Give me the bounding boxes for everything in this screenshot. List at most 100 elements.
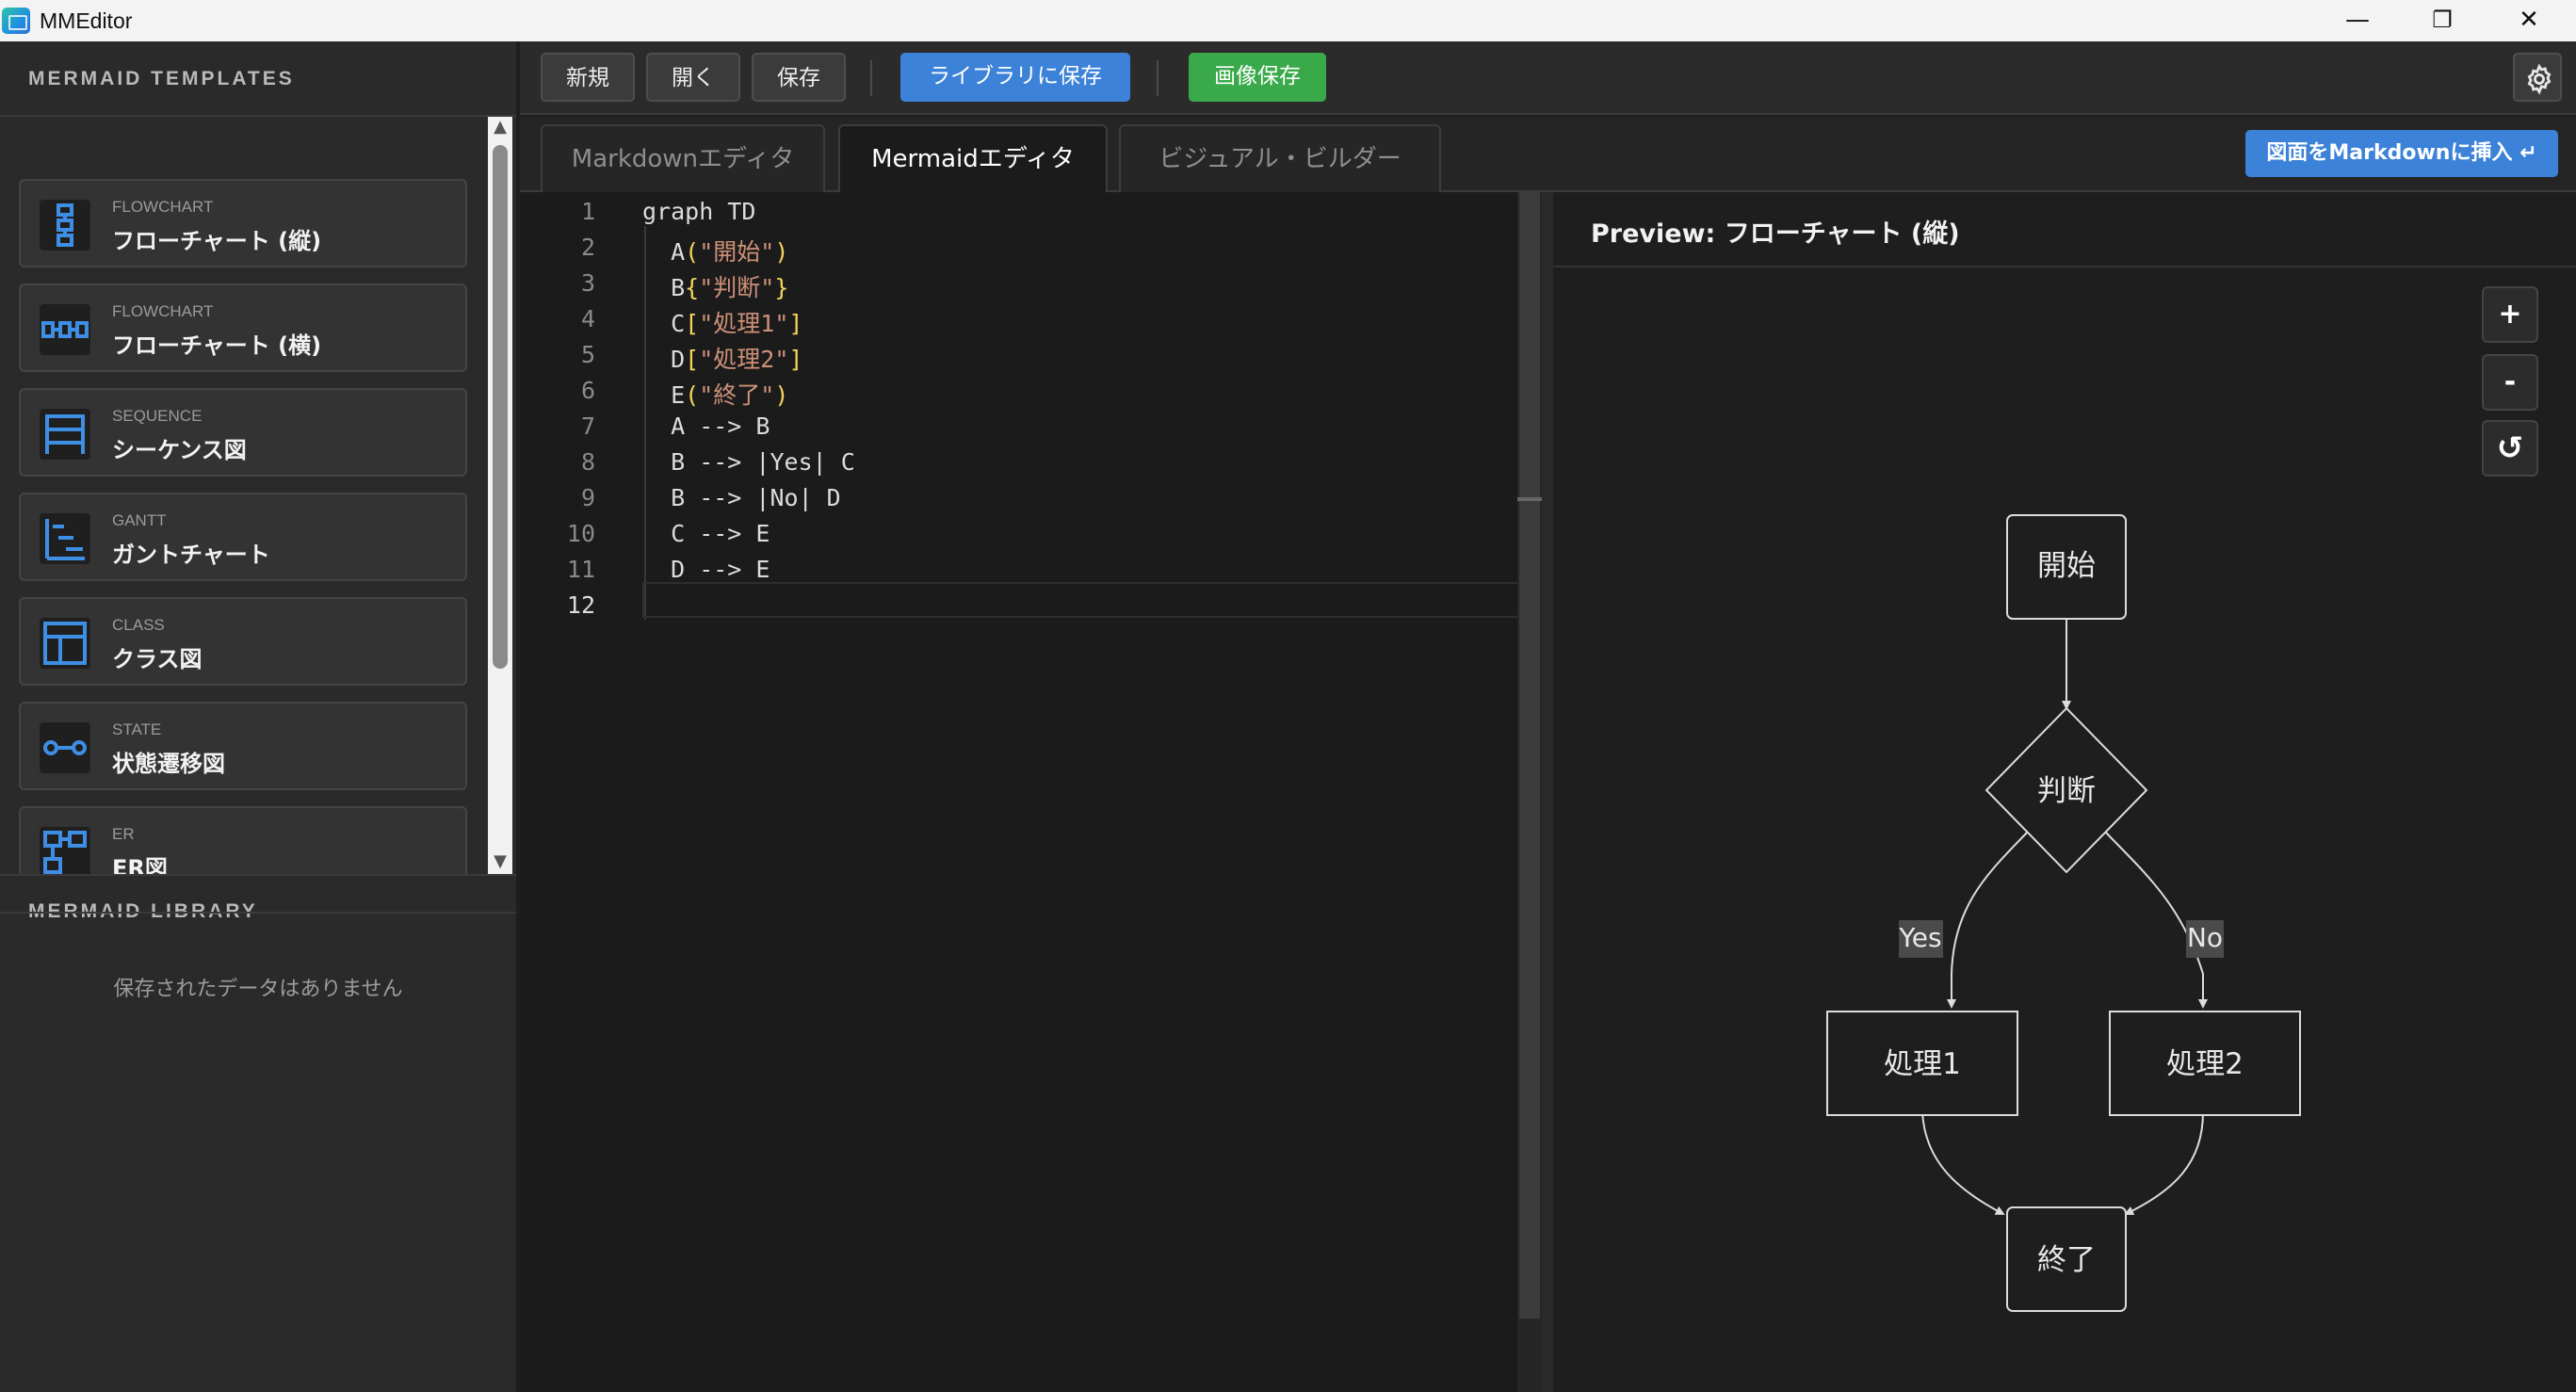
save-button[interactable]: 保存 xyxy=(752,53,846,102)
scroll-thumb[interactable] xyxy=(493,145,508,669)
maximize-button[interactable]: ❐ xyxy=(2400,0,2485,41)
template-category: GANTT xyxy=(112,511,167,529)
template-card-state[interactable]: STATE 状態遷移図 xyxy=(19,702,467,790)
code-line: B --> |No| D xyxy=(642,484,841,511)
flowchart-diagram: Yes No 開始 判断 処理1 処理2 終了 xyxy=(1826,514,2301,1312)
toolbar-separator xyxy=(1157,60,1158,96)
minimize-button[interactable]: — xyxy=(2315,0,2400,41)
template-name: ガントチャート xyxy=(112,542,270,568)
pane-splitter[interactable] xyxy=(1542,192,1553,1392)
line-number: 3 xyxy=(580,269,595,297)
code-line: C --> E xyxy=(642,520,770,547)
templates-heading: MERMAID TEMPLATES xyxy=(28,68,295,89)
flowchart-vertical-icon xyxy=(40,200,90,251)
save-image-button[interactable]: 画像保存 xyxy=(1189,53,1326,102)
template-category: CLASS xyxy=(112,616,165,634)
template-name: フローチャート (縦) xyxy=(112,228,322,254)
code-line: E("終了") xyxy=(642,381,789,409)
line-number: 2 xyxy=(580,234,595,261)
app-icon xyxy=(2,8,30,34)
node-e-label: 終了 xyxy=(2037,1243,2096,1277)
node-b-label: 判断 xyxy=(2037,774,2096,808)
code-line: B{"判断"} xyxy=(642,274,789,301)
class-icon xyxy=(40,618,90,669)
library-empty-message: 保存されたデータはありません xyxy=(113,978,403,1001)
node-c-label: 処理1 xyxy=(1884,1047,1961,1081)
template-category: STATE xyxy=(112,720,162,738)
save-to-library-button[interactable]: ライブラリに保存 xyxy=(900,53,1130,102)
edge-b-d xyxy=(2105,832,2208,1009)
template-card-gantt[interactable]: GANTT ガントチャート xyxy=(19,493,467,581)
edge-label-yes-text: Yes xyxy=(1898,922,1941,953)
line-number: 9 xyxy=(580,484,595,511)
scroll-down-arrow-icon[interactable]: ▼ xyxy=(488,851,512,874)
tab-mermaid-editor[interactable]: Mermaidエディタ xyxy=(838,124,1108,194)
editor-scroll-marker xyxy=(1517,497,1542,501)
line-number: 10 xyxy=(566,520,595,547)
edge-b-c xyxy=(1947,832,2028,1009)
preview-pane: Preview: フローチャート (縦) Yes No 開始 判断 処理1 処理… xyxy=(1553,192,2576,1392)
template-category: FLOWCHART xyxy=(112,302,214,320)
code-line: B --> |Yes| C xyxy=(642,448,855,476)
edge-label-no: No xyxy=(2186,920,2224,958)
toolbar-separator xyxy=(870,60,872,96)
new-button[interactable]: 新規 xyxy=(541,53,635,102)
code-line: D["処理2"] xyxy=(642,346,803,373)
edge-d-e xyxy=(2124,1111,2204,1216)
edge-label-no-text: No xyxy=(2187,922,2223,953)
close-button[interactable]: ✕ xyxy=(2487,0,2571,41)
library-heading: MERMAID LIBRARY xyxy=(28,900,258,922)
flowchart-horizontal-icon xyxy=(40,304,90,355)
line-number: 12 xyxy=(566,591,595,619)
template-card-class[interactable]: CLASS クラス図 xyxy=(19,597,467,686)
sidebar: MERMAID TEMPLATES FLOWCHART フローチャート (縦) … xyxy=(0,41,516,1392)
insert-to-markdown-button[interactable]: 図面をMarkdownに挿入 ↵ xyxy=(2245,130,2558,177)
template-name: シーケンス図 xyxy=(112,437,247,463)
divider xyxy=(0,912,516,914)
line-number: 7 xyxy=(580,413,595,440)
app-title: MMEditor xyxy=(40,8,133,33)
line-number: 4 xyxy=(580,305,595,332)
toolbar: 新規 開く 保存 ライブラリに保存 画像保存 xyxy=(520,41,2576,115)
zoom-in-button[interactable]: + xyxy=(2482,286,2538,343)
line-number: 11 xyxy=(566,556,595,583)
reset-zoom-button[interactable]: ↺ xyxy=(2482,420,2538,477)
sequence-icon xyxy=(40,409,90,460)
code-line: A("開始") xyxy=(642,238,789,266)
editor-scroll-thumb[interactable] xyxy=(1519,192,1540,1319)
node-d-label: 処理2 xyxy=(2166,1047,2244,1081)
editor-tab-bar: Markdownエディタ Mermaidエディタ ビジュアル・ビルダー 図面をM… xyxy=(520,117,2576,194)
code-line: A --> B xyxy=(642,413,770,440)
line-number: 8 xyxy=(580,448,595,476)
node-a-label: 開始 xyxy=(2037,549,2096,583)
template-card-flowchart-vertical[interactable]: FLOWCHART フローチャート (縦) xyxy=(19,179,467,267)
settings-button[interactable] xyxy=(2513,53,2562,102)
template-name: クラス図 xyxy=(112,646,203,672)
template-category: ER xyxy=(112,825,135,843)
current-line-highlight xyxy=(642,582,1537,618)
scroll-up-arrow-icon[interactable]: ▲ xyxy=(488,117,512,139)
template-card-flowchart-horizontal[interactable]: FLOWCHART フローチャート (横) xyxy=(19,283,467,372)
gantt-icon xyxy=(40,513,90,564)
code-line: D --> E xyxy=(642,556,770,583)
mermaid-code-editor[interactable]: 1 2 3 4 5 6 7 8 9 10 11 12 graph TD A("開… xyxy=(520,192,1542,1392)
tab-visual-builder[interactable]: ビジュアル・ビルダー xyxy=(1119,124,1441,192)
template-name: フローチャート (横) xyxy=(112,332,322,359)
template-name: 状態遷移図 xyxy=(112,751,225,777)
tab-markdown-editor[interactable]: Markdownエディタ xyxy=(541,124,825,192)
zoom-out-button[interactable]: - xyxy=(2482,354,2538,411)
edge-label-yes: Yes xyxy=(1898,920,1943,958)
gear-icon xyxy=(2527,63,2552,95)
edge-c-e xyxy=(1921,1111,2005,1215)
line-number: 6 xyxy=(580,377,595,404)
state-icon xyxy=(40,722,90,773)
template-card-sequence[interactable]: SEQUENCE シーケンス図 xyxy=(19,388,467,477)
template-scrollbar[interactable]: ▲ ▼ xyxy=(488,117,512,874)
line-number: 1 xyxy=(580,198,595,225)
template-category: SEQUENCE xyxy=(112,407,203,425)
open-button[interactable]: 開く xyxy=(646,53,740,102)
template-category: FLOWCHART xyxy=(112,198,214,216)
code-line: graph TD xyxy=(642,198,756,225)
line-number: 5 xyxy=(580,341,595,368)
title-bar: MMEditor — ❐ ✕ xyxy=(0,0,2576,41)
